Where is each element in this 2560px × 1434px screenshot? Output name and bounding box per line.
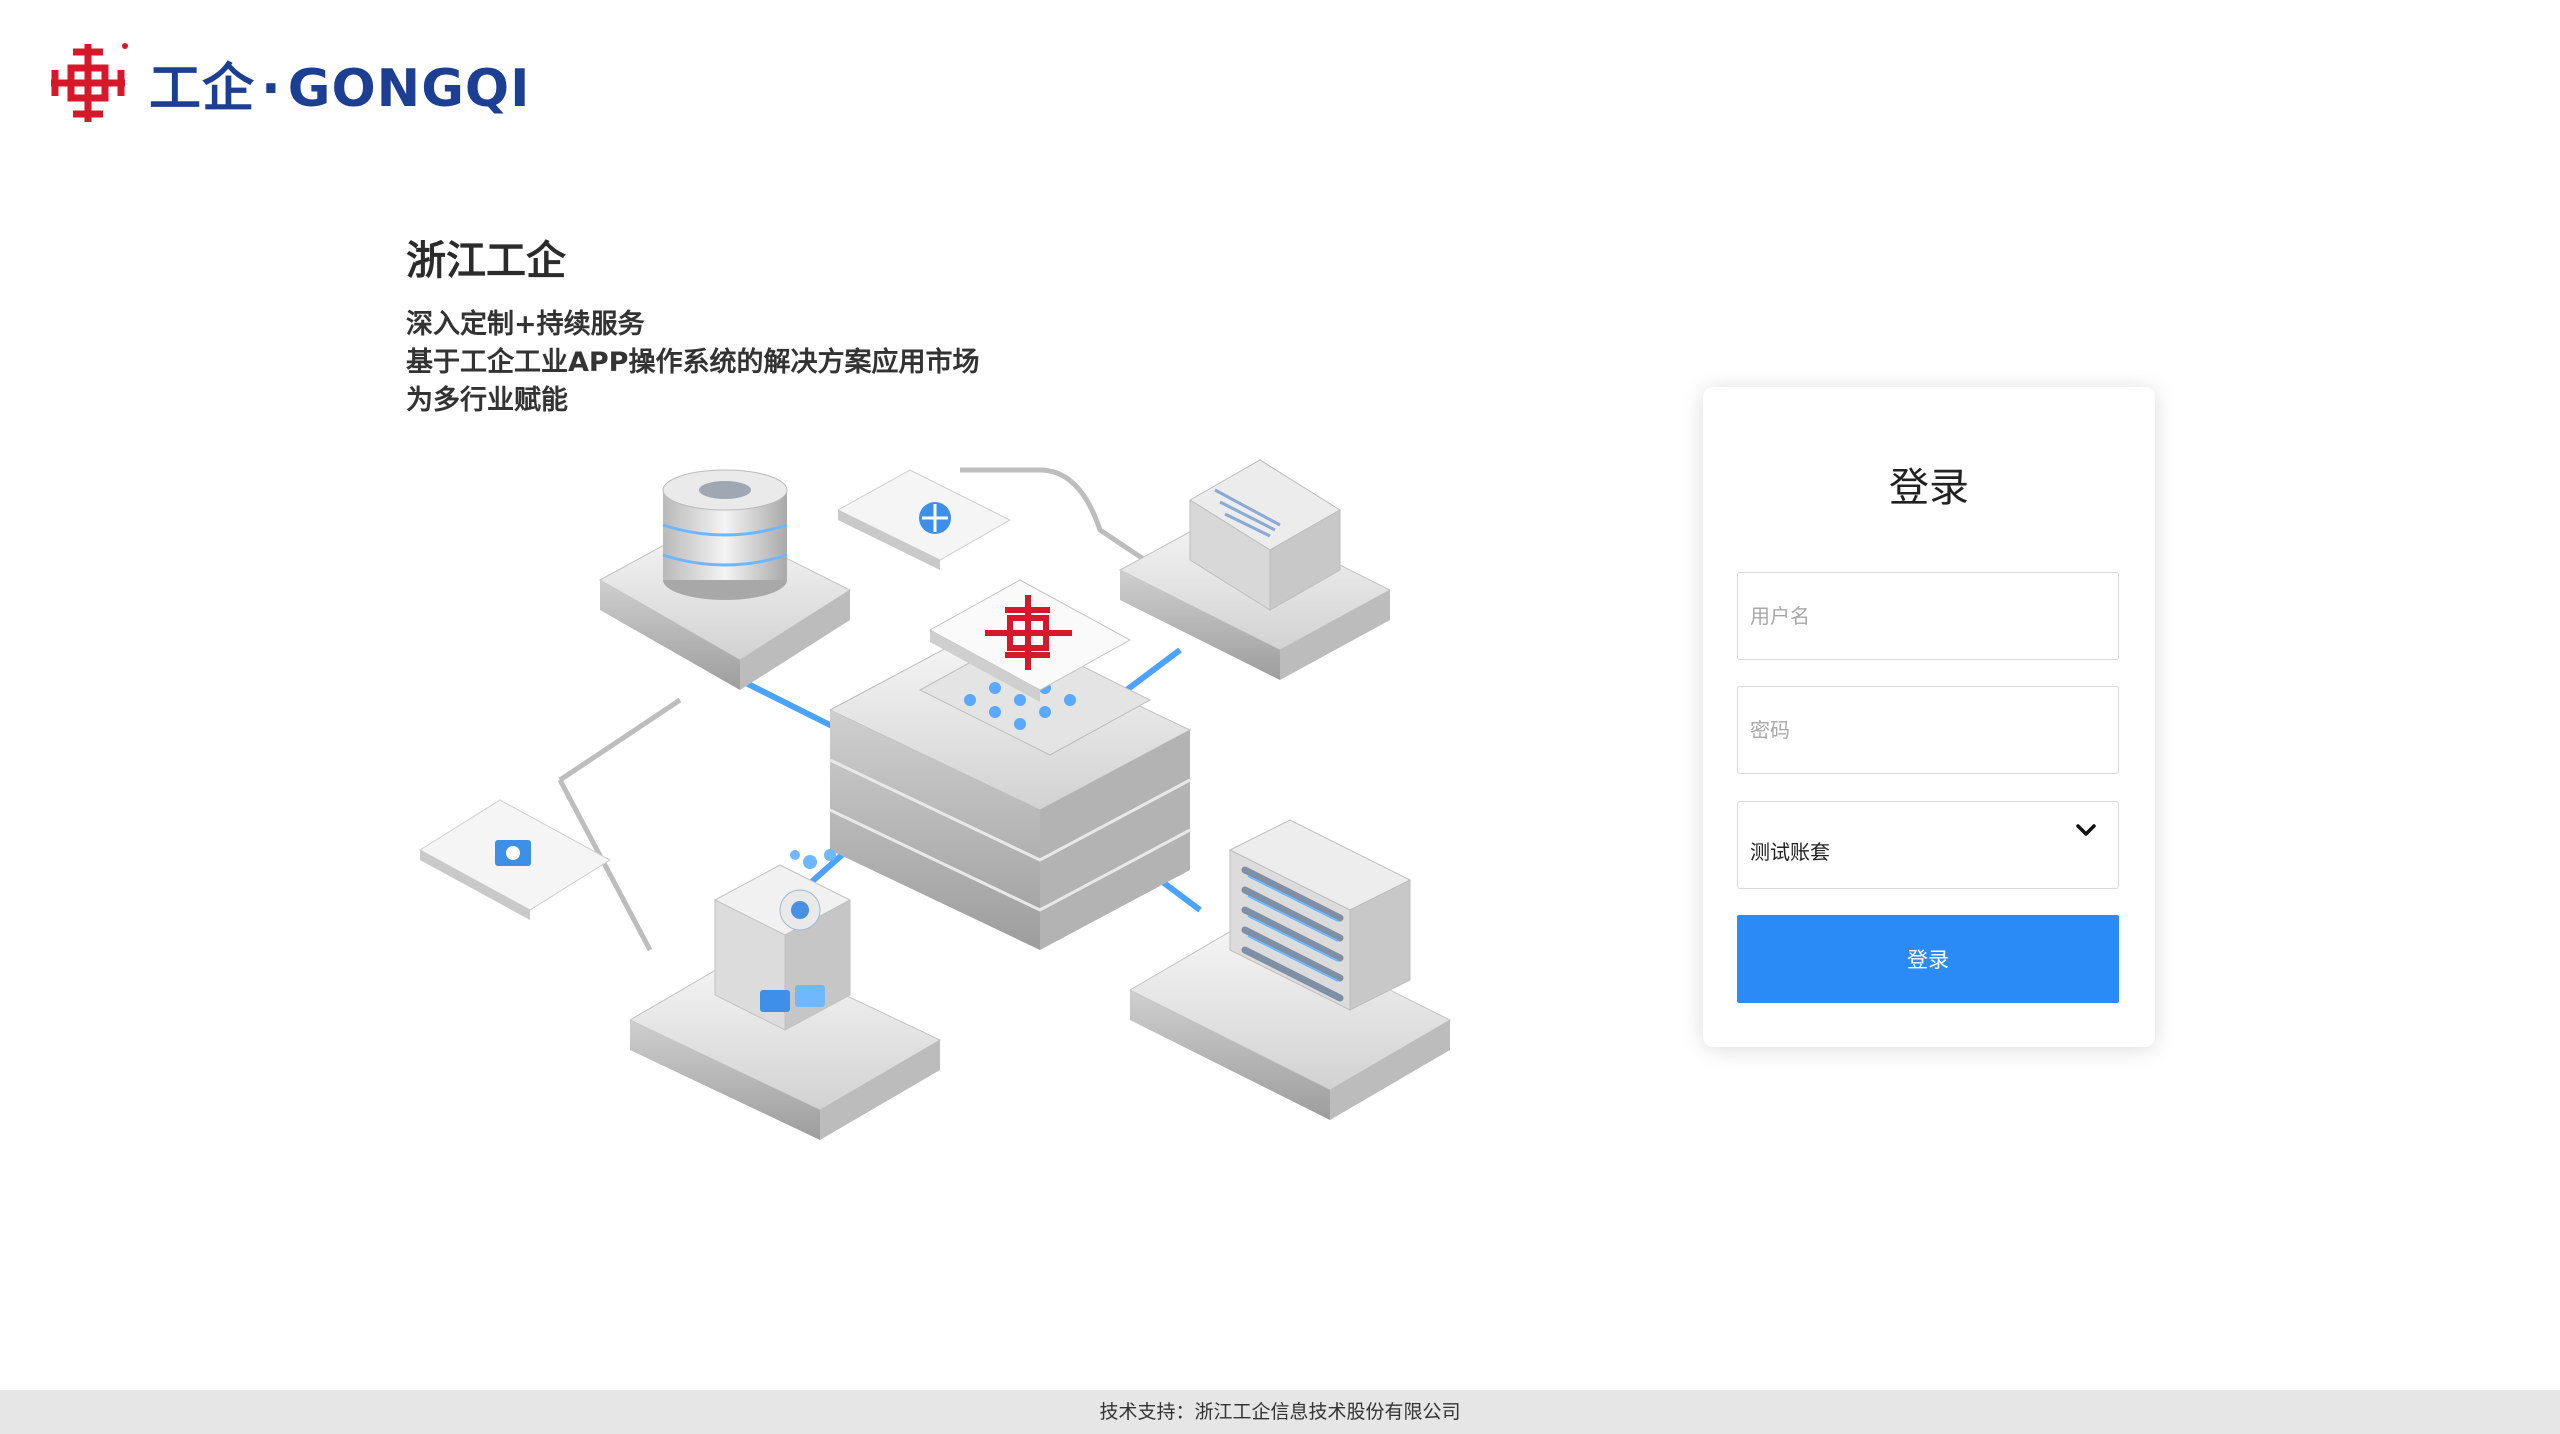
intro-section: 浙江工企 深入定制+持续服务 基于工企工业APP操作系统的解决方案应用市场 为多… <box>406 228 979 420</box>
chevron-down-icon <box>2076 824 2096 836</box>
database-module <box>598 469 852 690</box>
footer: 技术支持：浙江工企信息技术股份有限公司 <box>0 1390 2560 1434</box>
login-button[interactable]: 登录 <box>1737 915 2119 1003</box>
login-card: 登录 测试账套 登录 <box>1703 387 2155 1047</box>
intro-line: 为多行业赋能 <box>406 385 568 416</box>
browser-module <box>836 469 1012 570</box>
login-title: 登录 <box>1889 465 1969 511</box>
username-input[interactable] <box>1737 572 2119 660</box>
gongqi-logo-icon <box>51 43 128 122</box>
brand-latin: GONGQI <box>287 58 531 119</box>
brand-name: 工企 <box>149 58 256 119</box>
password-input[interactable] <box>1737 686 2119 774</box>
platform-illustration <box>419 459 1452 1140</box>
brand-dot: · <box>261 58 282 119</box>
footer-text: 技术支持：浙江工企信息技术股份有限公司 <box>1099 1401 1461 1423</box>
intro-line: 深入定制+持续服务 <box>406 309 645 340</box>
account-select-value: 测试账套 <box>1750 839 1830 864</box>
brand-logo: 工企 · GONGQI <box>45 38 530 128</box>
cube-module <box>628 849 942 1140</box>
central-hub-module <box>828 579 1192 950</box>
intro-line: 基于工企工业APP操作系统的解决方案应用市场 <box>406 347 980 378</box>
document-module <box>1118 459 1392 680</box>
account-select[interactable]: 测试账套 <box>1737 801 2119 889</box>
brand-wordmark: 工企 · GONGQI <box>149 46 530 121</box>
intro-title: 浙江工企 <box>406 238 566 284</box>
